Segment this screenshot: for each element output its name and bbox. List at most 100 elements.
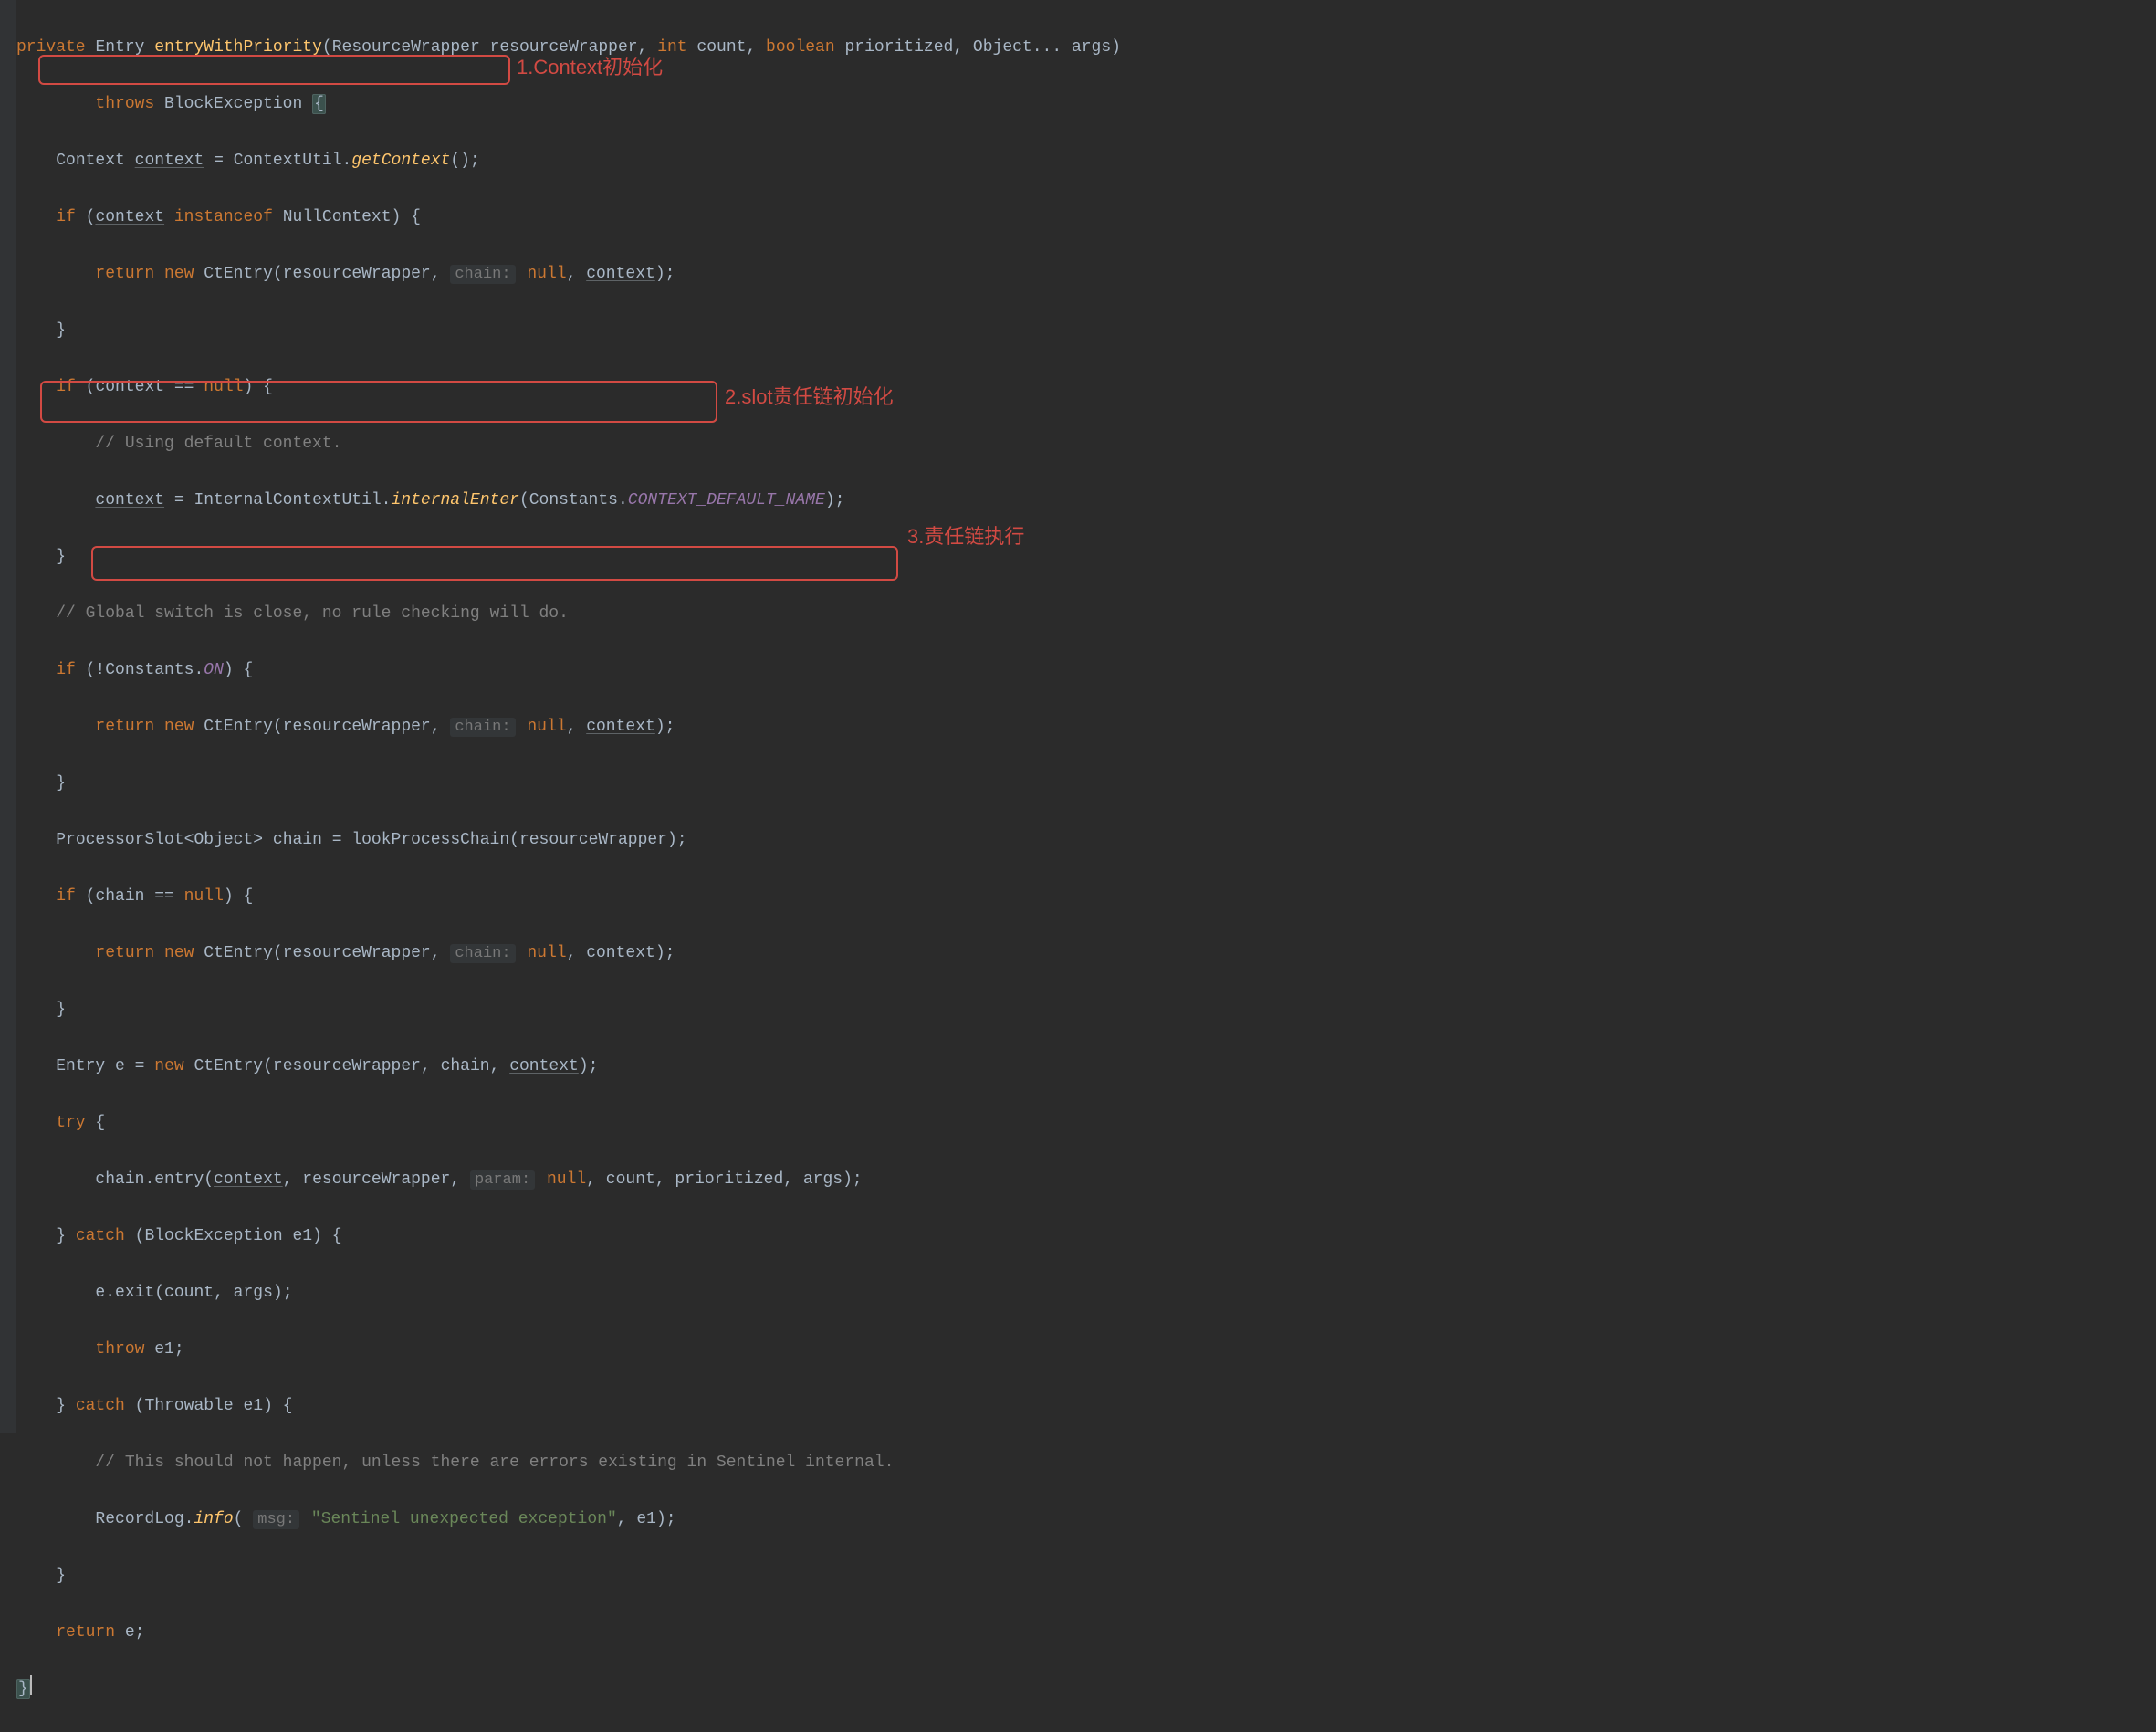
type: CtEntry [204, 718, 273, 736]
var: e1 [243, 1397, 263, 1415]
type: BlockException [144, 1227, 282, 1245]
keyword-return: return [95, 718, 154, 736]
var: context [509, 1057, 579, 1076]
var: context [214, 1170, 283, 1189]
arg: resourceWrapper [273, 1057, 421, 1076]
var: context [95, 491, 164, 509]
const: ON [204, 661, 224, 679]
class: InternalContextUtil. [194, 491, 391, 509]
arg: count [606, 1170, 655, 1189]
arg: resourceWrapper [283, 718, 431, 736]
static-method: info [194, 1510, 233, 1528]
code-line: return new CtEntry(resourceWrapper, chai… [16, 260, 2156, 289]
var: e [95, 1284, 105, 1302]
code-line: e.exit(count, args); [16, 1279, 2156, 1307]
type: Throwable [144, 1397, 233, 1415]
var-context: context [135, 152, 204, 170]
string-literal: "Sentinel unexpected exception" [311, 1510, 617, 1528]
code-line: } [16, 770, 2156, 798]
code-line: ProcessorSlot<Object> chain = lookProces… [16, 826, 2156, 855]
class: Constants [529, 491, 618, 509]
arg: chain [441, 1057, 490, 1076]
code-line: Context context = ContextUtil.getContext… [16, 147, 2156, 175]
keyword-new: new [154, 1057, 183, 1076]
var: e1 [292, 1227, 312, 1245]
type: Object [973, 38, 1032, 57]
code-line: // Global switch is close, no rule check… [16, 600, 2156, 628]
code-line: chain.entry(context, resourceWrapper, pa… [16, 1166, 2156, 1194]
code-line: if (chain == null) { [16, 883, 2156, 911]
code-line: } [16, 996, 2156, 1024]
code-line: return new CtEntry(resourceWrapper, chai… [16, 939, 2156, 968]
inlay-hint: chain: [450, 265, 515, 284]
keyword-if: if [56, 887, 76, 906]
inlay-hint: msg: [253, 1510, 299, 1529]
type: Context [56, 152, 125, 170]
code-line: } [16, 543, 2156, 572]
annotation-label-1: 1.Context初始化 [517, 53, 663, 81]
param: count [696, 38, 746, 57]
code-line: } [16, 317, 2156, 345]
keyword-return: return [95, 944, 154, 962]
keyword-private: private [16, 38, 86, 57]
code-line: } [16, 1675, 2156, 1704]
code-line: throw e1; [16, 1336, 2156, 1364]
code-line: context = InternalContextUtil.internalEn… [16, 487, 2156, 515]
comment: // Using default context. [95, 435, 341, 453]
editor-gutter [0, 0, 16, 1433]
keyword-new: new [164, 718, 194, 736]
inlay-hint: param: [470, 1170, 535, 1190]
code-line: // This should not happen, unless there … [16, 1449, 2156, 1477]
var: chain [95, 887, 144, 906]
code-line: private Entry entryWithPriority(Resource… [16, 34, 2156, 62]
type: CtEntry [204, 944, 273, 962]
keyword-throws: throws [95, 95, 154, 113]
keyword-instanceof: instanceof [174, 208, 273, 226]
arg: count [164, 1284, 214, 1302]
type: Object [194, 831, 253, 849]
type: NullContext [283, 208, 392, 226]
code-line: throws BlockException { [16, 90, 2156, 119]
static-method: internalEnter [392, 491, 519, 509]
var: context [95, 378, 164, 396]
arg: resourceWrapper [283, 265, 431, 283]
code-line: // Using default context. [16, 430, 2156, 458]
comment: // Global switch is close, no rule check… [56, 604, 569, 623]
class: RecordLog. [95, 1510, 194, 1528]
code-line: } catch (BlockException e1) { [16, 1223, 2156, 1251]
type: CtEntry [194, 1057, 263, 1076]
keyword-null: null [527, 718, 566, 736]
keyword-null: null [204, 378, 243, 396]
code-line: Entry e = new CtEntry(resourceWrapper, c… [16, 1053, 2156, 1081]
arg: resourceWrapper [302, 1170, 450, 1189]
class: ContextUtil. [234, 152, 352, 170]
method-call: lookProcessChain [351, 831, 509, 849]
code-line: } [16, 1562, 2156, 1590]
type: ResourceWrapper [332, 38, 480, 57]
var: chain [273, 831, 322, 849]
keyword-catch: catch [76, 1227, 125, 1245]
comment: // This should not happen, unless there … [95, 1454, 894, 1472]
arg: args [234, 1284, 273, 1302]
matched-brace: } [16, 1679, 30, 1699]
keyword-if: if [56, 661, 76, 679]
code-area[interactable]: private Entry entryWithPriority(Resource… [16, 5, 2156, 1732]
static-method: getContext [351, 152, 450, 170]
annotation-label-2: 2.slot责任链初始化 [725, 383, 894, 411]
class: Constants [105, 661, 194, 679]
type: CtEntry [204, 265, 273, 283]
keyword-null: null [527, 944, 566, 962]
keyword-new: new [164, 944, 194, 962]
inlay-hint: chain: [450, 944, 515, 963]
arg: args [803, 1170, 843, 1189]
const: CONTEXT_DEFAULT_NAME [628, 491, 825, 509]
keyword-null: null [184, 887, 224, 906]
type-entry: Entry [95, 38, 144, 57]
matched-brace: { [312, 94, 326, 114]
code-line: if (context instanceof NullContext) { [16, 204, 2156, 232]
code-line: } catch (Throwable e1) { [16, 1392, 2156, 1421]
code-line: return e; [16, 1619, 2156, 1647]
annotation-label-3: 3.责任链执行 [907, 522, 1024, 551]
var: context [586, 944, 655, 962]
keyword-catch: catch [76, 1397, 125, 1415]
